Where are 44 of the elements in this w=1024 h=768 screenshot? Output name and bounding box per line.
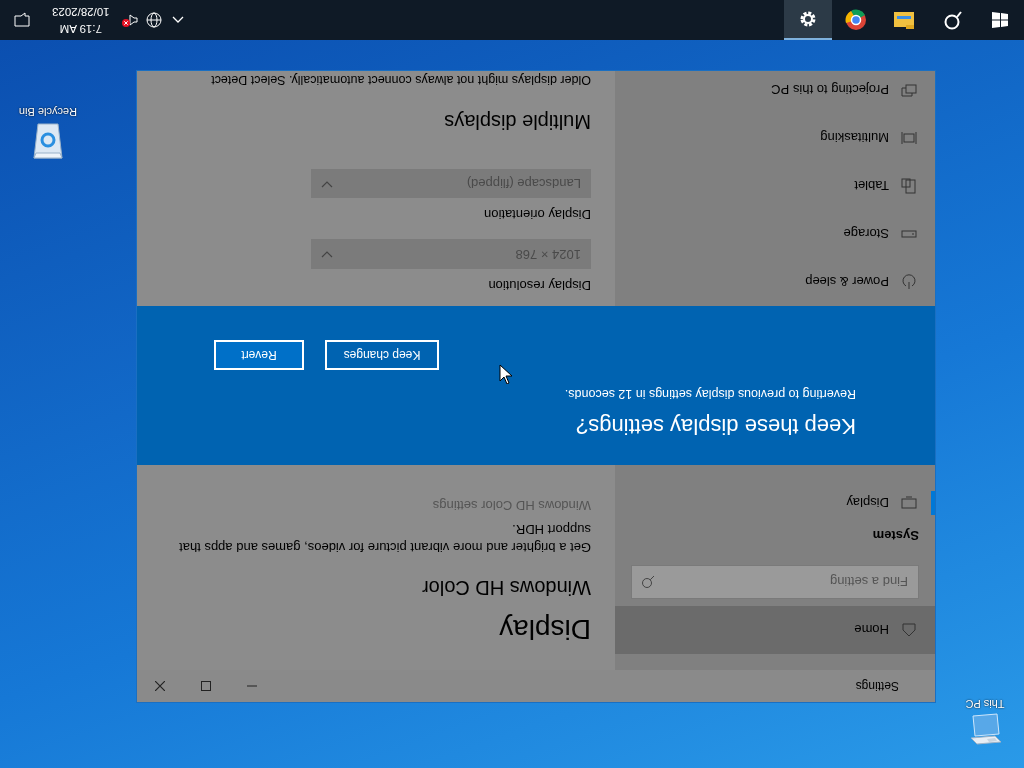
selection-bar <box>931 491 935 515</box>
browser-icon <box>845 9 867 31</box>
search-icon <box>641 575 655 589</box>
keep-button[interactable]: Keep changes <box>325 340 439 370</box>
window-title: Settings <box>855 679 900 693</box>
close-icon <box>155 681 165 691</box>
projecting-icon <box>901 82 917 98</box>
nav-item[interactable]: Multitasking <box>615 114 935 162</box>
chevron-up-icon <box>171 16 184 24</box>
clock[interactable]: 7:19 AM 10/28/2023 <box>44 0 118 40</box>
power-icon <box>901 274 917 290</box>
display-icon <box>901 495 917 511</box>
chevron-down-icon <box>321 179 333 188</box>
windows-icon <box>992 12 1008 28</box>
nav-item[interactable]: Storage <box>615 210 935 258</box>
home-icon <box>901 622 917 638</box>
section-heading: Multiple displays <box>444 110 591 135</box>
field-label: Display orientation <box>484 206 591 225</box>
icon-label[interactable]: Recycle Bin <box>18 106 78 118</box>
nav-item[interactable]: Tablet <box>615 162 935 210</box>
multitasking-icon <box>901 130 917 146</box>
chevron-down-icon <box>321 250 333 259</box>
tablet-icon <box>901 178 917 194</box>
field-label: Display resolution <box>488 277 591 295</box>
section-heading: System <box>871 528 920 543</box>
revert-button[interactable]: Revert <box>214 340 304 370</box>
description-text: Older displays might not always connect automatically. Select Detect <box>211 72 591 89</box>
page-heading: Display <box>499 613 591 646</box>
folder-icon <box>893 9 915 31</box>
dialog-message: Reverting to previous display settings in 12 seconds. <box>564 386 856 403</box>
nav-item[interactable]: Projecting to this PC <box>615 71 935 114</box>
dialog-title: Keep these display settings? <box>575 413 856 440</box>
nav-item[interactable]: Power & sleep <box>615 258 935 306</box>
maximize-icon <box>201 681 211 691</box>
nav-item[interactable]: Display <box>615 479 935 527</box>
description-text: Get a brighter and more vibrant picture for videos, games and apps that support HDR. <box>178 521 591 556</box>
home-item[interactable]: Home <box>615 606 935 654</box>
section-heading: Windows HD Color <box>422 576 591 601</box>
globe-icon <box>145 12 162 28</box>
notification-icon <box>13 11 31 29</box>
taskbar-button[interactable] <box>784 0 832 40</box>
cursor-icon <box>499 364 512 384</box>
icon-label[interactable]: This PC <box>965 698 1005 710</box>
search-field[interactable]: Find a setting <box>631 565 919 599</box>
